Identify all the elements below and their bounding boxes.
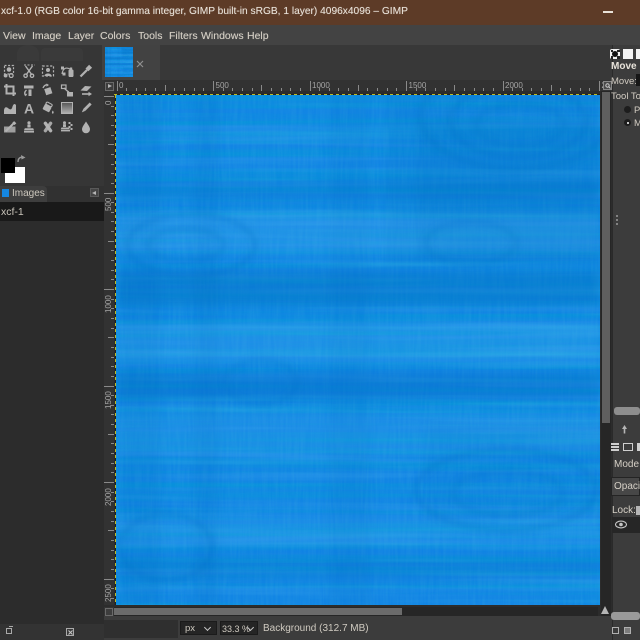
svg-text:A: A: [24, 101, 34, 115]
